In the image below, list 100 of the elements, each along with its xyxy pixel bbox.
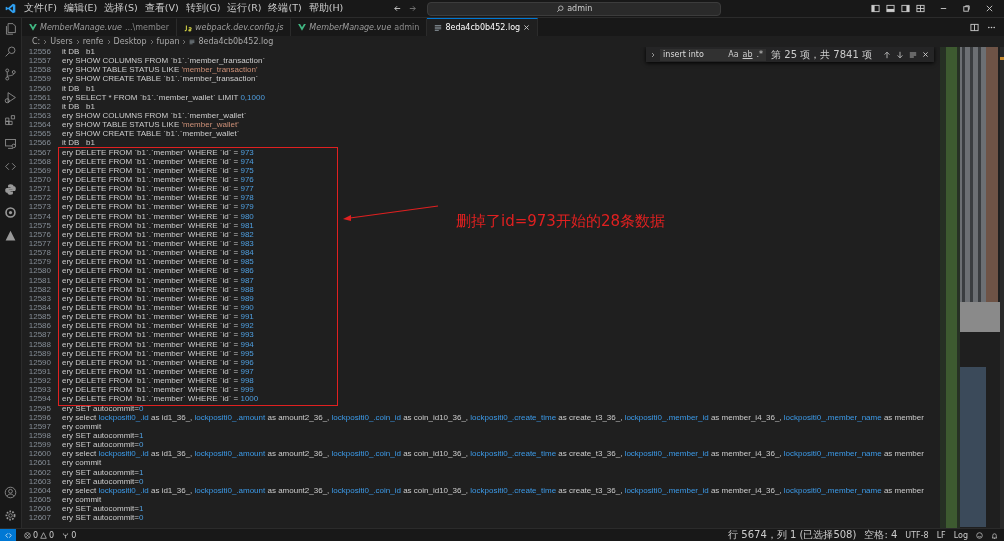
line-number: 12593 — [27, 385, 51, 395]
monitor-icon[interactable] — [4, 137, 17, 150]
line-number: 12566 — [27, 138, 51, 148]
smiley-icon[interactable] — [976, 531, 983, 539]
code-line: ery SET autocommit=0 — [62, 513, 144, 523]
menu-item[interactable]: 查看(V) — [142, 2, 181, 15]
menu-item[interactable]: 终端(T) — [266, 2, 304, 15]
line-number: 12592 — [27, 376, 51, 386]
back-arrow-icon[interactable] — [393, 4, 403, 13]
breadcrumb-item[interactable]: C: — [32, 37, 41, 46]
encoding[interactable]: UTF-8 — [905, 530, 929, 540]
line-number: 12556 — [27, 47, 51, 57]
line-number: 12583 — [27, 293, 51, 303]
code-line: ery DELETE FROM `b1`.`member` WHERE `id` = 985 — [62, 257, 254, 267]
code-line: ery SET autocommit=1 — [62, 430, 144, 440]
line-number: 12563 — [27, 111, 51, 121]
layout-icon[interactable] — [901, 4, 910, 13]
breadcrumb-item[interactable]: fupan — [156, 37, 180, 46]
code-line: ery DELETE FROM `b1`.`member` WHERE `id` = 983 — [62, 239, 254, 248]
code-line: ery SET autocommit=0 — [62, 440, 144, 450]
line-number: 12573 — [27, 202, 51, 212]
code-line: ery DELETE FROM `b1`.`member` WHERE `id` = 973 — [62, 147, 254, 157]
search-icon[interactable] — [4, 45, 17, 58]
code-icon[interactable] — [4, 160, 17, 173]
command-center-field[interactable]: admin — [427, 1, 722, 16]
layout-icon[interactable] — [871, 4, 880, 13]
breadcrumb-item[interactable]: renfe — [82, 37, 104, 46]
chevron-icon[interactable] — [651, 51, 656, 58]
indentation[interactable]: 空格: 4 — [864, 528, 898, 541]
vue-file-icon — [29, 24, 37, 31]
code-line: ery SET autocommit=1 — [62, 504, 144, 514]
branch-icon[interactable] — [4, 68, 17, 81]
line-number: 12602 — [27, 467, 51, 477]
code-line: it DB b1 — [62, 47, 95, 57]
language-mode[interactable]: Log — [953, 530, 968, 540]
flower-icon[interactable] — [4, 206, 17, 219]
ports-button[interactable]: 0 — [62, 530, 77, 540]
line-number: 12596 — [27, 412, 51, 422]
layout-icon[interactable] — [886, 4, 895, 13]
chevron-icon — [43, 38, 48, 45]
line-number: 12588 — [27, 339, 51, 349]
code-line: ery SET autocommit=0 — [62, 476, 144, 486]
line-number: 12562 — [27, 101, 51, 111]
bell-icon[interactable] — [991, 531, 998, 539]
antenna-icon — [62, 531, 70, 539]
annotation-text: 删掉了id=973开始的28条数据 — [456, 212, 665, 231]
menu-item[interactable]: 运行(R) — [225, 2, 264, 15]
menu-item[interactable]: 编辑(E) — [61, 2, 100, 15]
menu-item[interactable]: 选择(S) — [102, 2, 140, 15]
whole-word-toggle[interactable]: ab — [742, 50, 753, 59]
run-debug-icon[interactable] — [4, 91, 17, 104]
line-number: 12582 — [27, 284, 51, 294]
breadcrumb-item[interactable]: Users — [50, 37, 73, 46]
line-number: 12570 — [27, 175, 51, 185]
regex-toggle[interactable]: .* — [756, 50, 764, 59]
menu-item[interactable]: 转到(G) — [183, 2, 223, 15]
code-line: ery DELETE FROM `b1`.`member` WHERE `id` = 978 — [62, 193, 254, 203]
down-arrow-icon[interactable] — [896, 50, 904, 59]
line-number: 12581 — [27, 275, 51, 285]
menu-item[interactable]: 帮助(H) — [306, 2, 346, 15]
code-line: it DB b1 — [62, 101, 95, 111]
close-icon[interactable] — [922, 51, 929, 58]
account-icon[interactable] — [4, 486, 17, 499]
up-arrow-icon[interactable] — [883, 50, 891, 59]
files-icon[interactable] — [4, 22, 17, 35]
problems-button[interactable]: 0 0 — [24, 530, 55, 540]
code-line: ery DELETE FROM `b1`.`member` WHERE `id` = 977 — [62, 184, 254, 194]
close-icon[interactable] — [985, 4, 994, 13]
code-line: ery select lockpositi0_.id as id1_36_, lockpositi0_.amount as amount2_36_, lockpositi0_.coin_id as coin_id10_36_, lockpositi0_.create_time as create_t3_36_, lockpositi0_.member_id as member_i4_36_, lockpositi0_.member_name as member — [62, 412, 924, 422]
code-line: ery DELETE FROM `b1`.`member` WHERE `id` = 993 — [62, 330, 254, 340]
line-number: 12590 — [27, 357, 51, 367]
forward-arrow-icon[interactable] — [408, 4, 418, 13]
menu-item[interactable]: 文件(F) — [22, 2, 59, 15]
python-icon[interactable] — [4, 183, 17, 196]
restore-icon[interactable] — [962, 4, 971, 13]
close-icon[interactable] — [523, 24, 531, 31]
find-field[interactable]: insert into Aa ab .* — [660, 48, 767, 61]
line-ending[interactable]: LF — [936, 530, 946, 540]
cursor-position[interactable]: 行 5674，列 1 (已选择508) — [728, 528, 857, 541]
split-editor-icon[interactable] — [970, 22, 979, 32]
line-number: 12604 — [27, 485, 51, 495]
breadcrumb-item[interactable]: Desktop — [113, 37, 147, 46]
line-number: 12589 — [27, 348, 51, 358]
remote-icon — [4, 531, 12, 539]
match-case-toggle[interactable]: Aa — [728, 50, 739, 59]
triangle-icon[interactable] — [4, 229, 17, 242]
breadcrumb-item[interactable]: 8eda4cb0b452.log — [198, 37, 274, 46]
code-line: ery DELETE FROM `b1`.`member` WHERE `id` = 974 — [62, 156, 254, 166]
editor-tab[interactable]: 8eda4cb0b452.log — [427, 18, 539, 36]
settings-icon[interactable] — [4, 509, 17, 522]
code-line: ery DELETE FROM `b1`.`member` WHERE `id` = 979 — [62, 202, 254, 212]
selection-icon[interactable] — [909, 50, 917, 59]
extensions-icon[interactable] — [4, 114, 17, 127]
code-line: ery DELETE FROM `b1`.`member` WHERE `id` = 988 — [62, 284, 254, 294]
line-number: 12579 — [27, 257, 51, 267]
code-line: ery DELETE FROM `b1`.`member` WHERE `id` = 990 — [62, 303, 254, 312]
code-line: ery commit — [62, 494, 102, 504]
line-number: 12577 — [27, 239, 51, 248]
layout-icon[interactable] — [916, 4, 925, 13]
line-number: 12580 — [27, 266, 51, 276]
